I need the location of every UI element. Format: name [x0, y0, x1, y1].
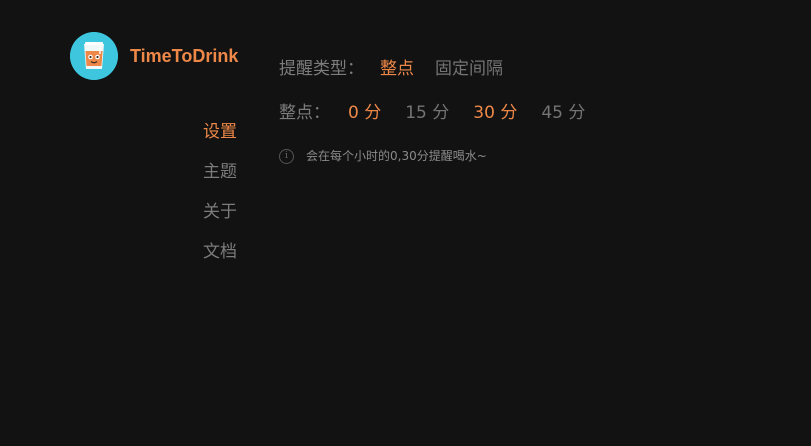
- minute-option-45[interactable]: 45 分: [541, 101, 585, 125]
- sidebar-item-theme[interactable]: 主题: [203, 160, 237, 184]
- hint-text: 会在每个小时的0,30分提醒喝水~: [306, 149, 487, 163]
- minute-option-0[interactable]: 0 分: [348, 101, 381, 125]
- sidebar-nav: 设置 主题 关于 文档: [203, 120, 237, 280]
- minute-option-15[interactable]: 15 分: [405, 101, 449, 125]
- on-the-hour-row: 整点： 0 分 15 分 30 分 45 分: [279, 101, 585, 125]
- reminder-type-option-interval[interactable]: 固定间隔: [435, 57, 503, 81]
- reminder-type-row: 提醒类型： 整点 固定间隔: [279, 57, 503, 81]
- app-logo-icon: [70, 32, 118, 80]
- info-icon: i: [279, 149, 294, 164]
- reminder-type-label: 提醒类型：: [279, 59, 364, 79]
- minute-option-30[interactable]: 30 分: [473, 101, 517, 125]
- sidebar-item-about[interactable]: 关于: [203, 200, 237, 224]
- drink-cup-icon: [70, 32, 118, 80]
- reminder-hint: i 会在每个小时的0,30分提醒喝水~: [279, 147, 487, 165]
- sidebar-item-docs[interactable]: 文档: [203, 240, 237, 264]
- app-title: TimeToDrink: [130, 46, 239, 66]
- reminder-type-option-hourly[interactable]: 整点: [380, 57, 414, 81]
- on-the-hour-label: 整点：: [279, 103, 330, 123]
- sidebar-item-settings[interactable]: 设置: [203, 120, 237, 144]
